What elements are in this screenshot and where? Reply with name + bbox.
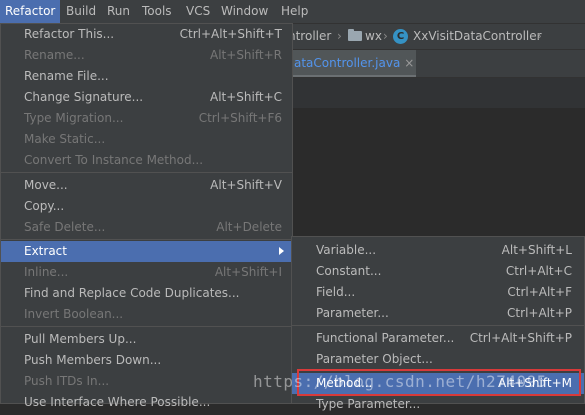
menu-item-shortcut: Alt+Shift+C [209,90,282,104]
menu-bar: Refactor Build Run Tools VCS Window Help [0,0,585,24]
menu-item-rename-file[interactable]: Rename File... [1,66,292,87]
menu-item-label: Invert Boolean... [24,307,124,321]
close-icon[interactable]: × [404,56,414,70]
breadcrumb-controller[interactable]: ntroller [288,24,331,49]
menu-separator [292,325,584,326]
menu-item-shortcut: Ctrl+Alt+C [505,264,572,278]
menu-item-invert-boolean[interactable]: Invert Boolean... [1,304,292,325]
menu-item-shortcut: Alt+Shift+L [501,243,572,257]
menu-item-refactor-this[interactable]: Refactor This... Ctrl+Alt+Shift+T [1,24,292,45]
folder-icon [348,29,362,41]
menu-item-label: Functional Parameter... [316,331,455,345]
submenu-arrow-icon [279,247,284,255]
menu-refactor[interactable]: Refactor [0,0,61,23]
menu-item-label: Rename... [24,48,85,62]
menu-window[interactable]: Window [216,0,273,23]
menu-item-label: Copy... [24,199,65,213]
menu-item-label: Parameter Object... [316,352,433,366]
menu-item-label: Inline... [24,265,69,279]
menu-separator [1,172,292,173]
menu-vcs[interactable]: VCS [181,0,215,23]
chevron-right-icon: › [537,29,542,43]
menu-item-copy[interactable]: Copy... [1,196,292,217]
menu-item-pull-members-up[interactable]: Pull Members Up... [1,329,292,350]
menu-item-label: Field... [316,285,356,299]
menu-item-shortcut: Ctrl+Alt+F [507,285,572,299]
menu-item-shortcut: Ctrl+Shift+F6 [198,111,282,125]
menu-item-shortcut: Ctrl+Alt+Shift+P [469,331,572,345]
menu-item-label: Refactor This... [24,27,115,41]
menu-item-shortcut: Alt+Shift+R [210,48,282,62]
submenu-item-variable[interactable]: Variable... Alt+Shift+L [292,240,584,261]
menu-item-move[interactable]: Move... Alt+Shift+V [1,175,292,196]
menu-item-label: Push ITDs In... [24,374,110,388]
menu-item-label: Find and Replace Code Duplicates... [24,286,240,300]
menu-item-shortcut: Ctrl+Alt+P [507,306,572,320]
menu-item-label: Safe Delete... [24,220,106,234]
menu-run[interactable]: Run [102,0,135,23]
menu-item-label: Use Interface Where Possible... [24,395,211,409]
menu-item-make-static[interactable]: Make Static... [1,129,292,150]
menu-item-label: Type Migration... [24,111,124,125]
submenu-item-parameter-object[interactable]: Parameter Object... [292,349,584,370]
menu-item-label: Push Members Down... [24,353,162,367]
tab-label: ataController.java [294,56,401,70]
menu-item-label: Make Static... [24,132,106,146]
chevron-right-icon: › [337,29,342,43]
submenu-item-parameter[interactable]: Parameter... Ctrl+Alt+P [292,303,584,324]
editor-tab[interactable]: ataController.java × [288,50,416,77]
menu-item-extract[interactable]: Extract [1,241,292,262]
menu-item-change-signature[interactable]: Change Signature... Alt+Shift+C [1,87,292,108]
menu-item-label: Move... [24,178,68,192]
menu-help[interactable]: Help [276,0,313,23]
chevron-right-icon: › [383,29,388,43]
menu-item-label: Extract [24,244,67,258]
menu-build[interactable]: Build [61,0,101,23]
menu-item-shortcut: Ctrl+Alt+Shift+T [179,27,282,41]
menu-item-label: Parameter... [316,306,389,320]
menu-item-push-members-down[interactable]: Push Members Down... [1,350,292,371]
menu-item-label: Variable... [316,243,377,257]
menu-separator [1,326,292,327]
menu-tools[interactable]: Tools [137,0,177,23]
breadcrumb-wx[interactable]: wx [365,24,382,49]
menu-item-use-interface[interactable]: Use Interface Where Possible... [1,392,292,413]
breadcrumb-class[interactable]: XxVisitDataController [413,24,542,49]
submenu-item-field[interactable]: Field... Ctrl+Alt+F [292,282,584,303]
submenu-item-constant[interactable]: Constant... Ctrl+Alt+C [292,261,584,282]
menu-item-rename[interactable]: Rename... Alt+Shift+R [1,45,292,66]
watermark-text: https://blog.csdn.net/h274095 [253,372,547,391]
menu-item-shortcut: Alt+Shift+V [210,178,282,192]
menu-separator [1,239,292,240]
menu-item-find-replace-duplicates[interactable]: Find and Replace Code Duplicates... [1,283,292,304]
menu-item-convert-to-instance-method[interactable]: Convert To Instance Method... [1,150,292,171]
refactor-menu: Refactor This... Ctrl+Alt+Shift+T Rename… [0,23,293,409]
editor-gutter [288,78,585,108]
menu-item-label: Constant... [316,264,382,278]
menu-item-shortcut: Alt+Delete [216,220,282,234]
menu-item-push-itds-in[interactable]: Push ITDs In... [1,371,292,392]
menu-item-label: Change Signature... [24,90,144,104]
menu-item-inline[interactable]: Inline... Alt+Shift+I [1,262,292,283]
menu-item-type-migration[interactable]: Type Migration... Ctrl+Shift+F6 [1,108,292,129]
menu-item-label: Pull Members Up... [24,332,137,346]
menu-item-safe-delete[interactable]: Safe Delete... Alt+Delete [1,217,292,238]
menu-item-label: Convert To Instance Method... [24,153,204,167]
menu-item-shortcut: Alt+Shift+I [214,265,282,279]
menu-item-label: Type Parameter... [316,397,421,411]
submenu-item-type-parameter[interactable]: Type Parameter... [292,394,584,415]
submenu-item-functional-parameter[interactable]: Functional Parameter... Ctrl+Alt+Shift+P [292,328,584,349]
class-icon: C [393,29,408,44]
menu-item-label: Rename File... [24,69,109,83]
